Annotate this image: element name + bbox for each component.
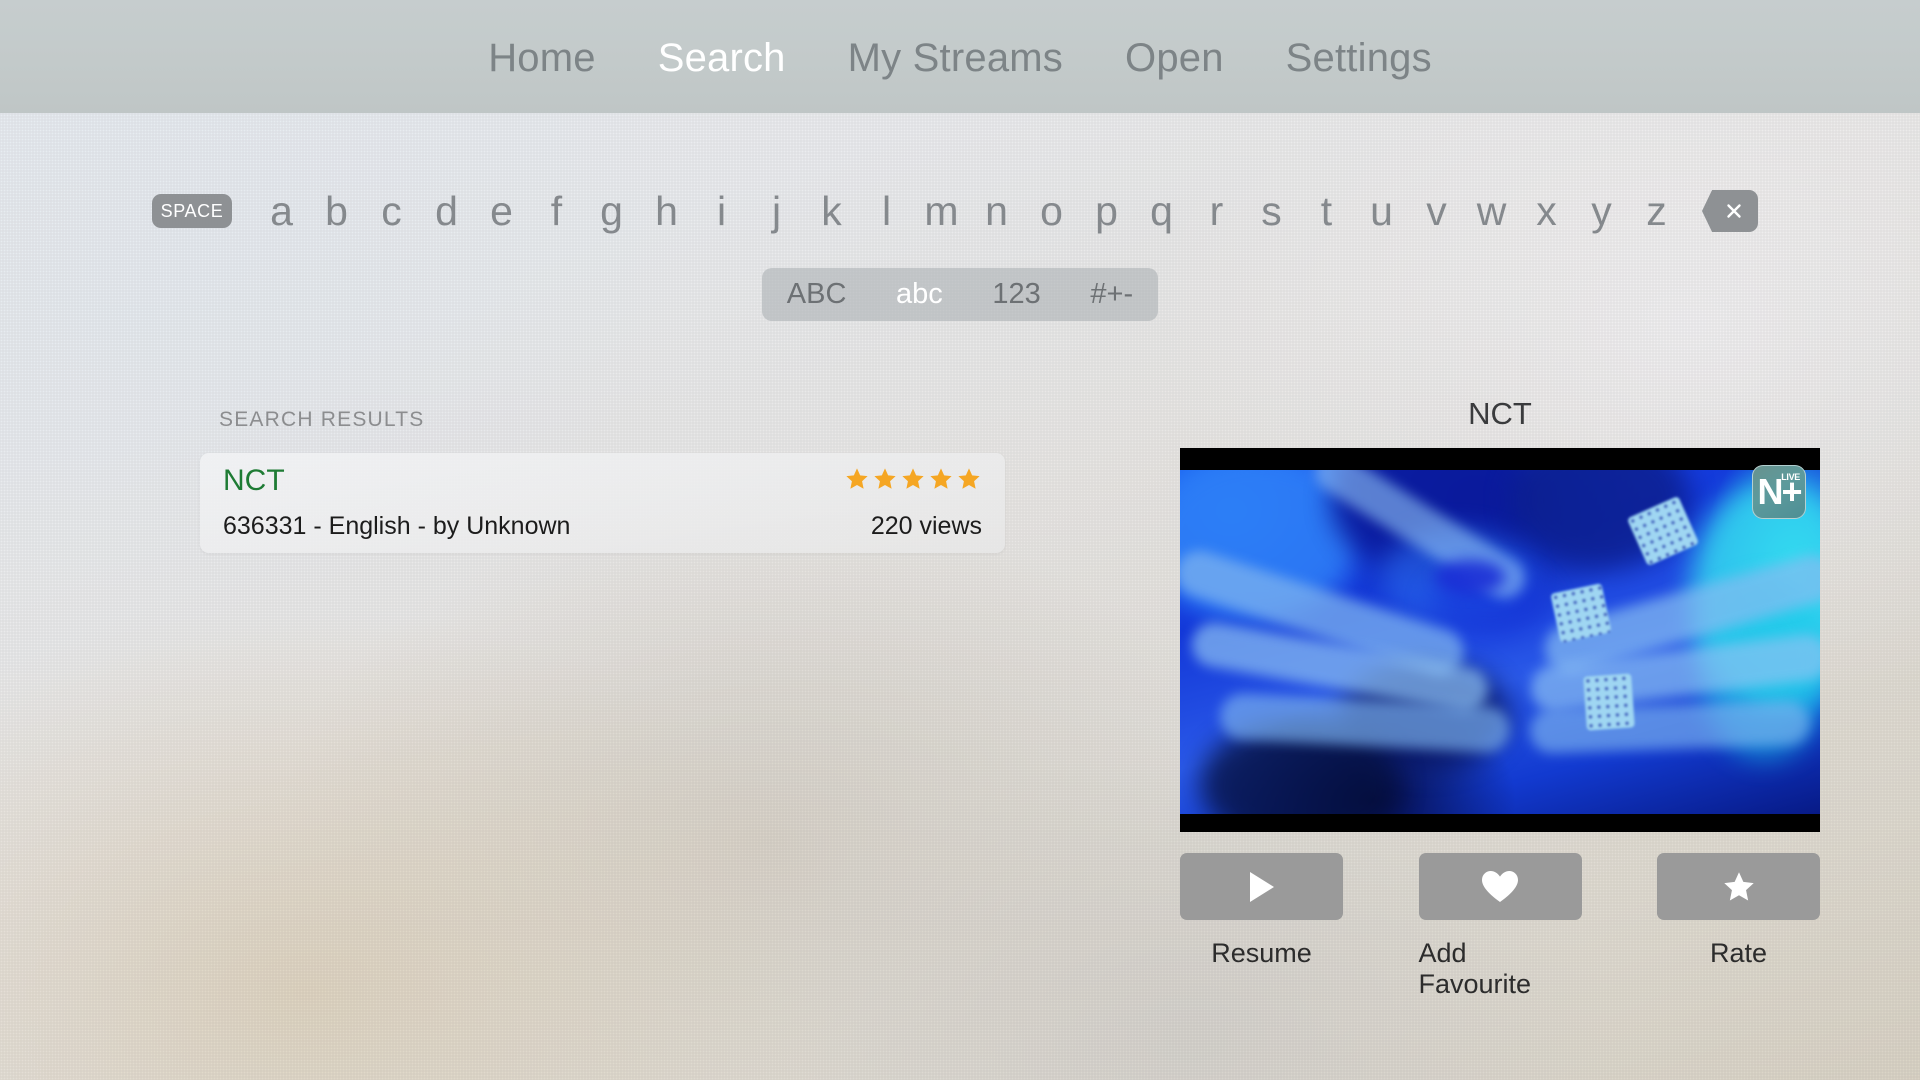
keyboard-key-space-label: SPACE (160, 200, 224, 221)
keyboard-key-v[interactable]: v (1409, 190, 1464, 232)
star-icon (930, 468, 952, 489)
onscreen-keyboard-row: SPACE abcdefghijklmnopqrstuvwxyz (0, 178, 1920, 244)
keyboard-key-r[interactable]: r (1189, 190, 1244, 232)
star-icon (1723, 871, 1754, 900)
keyboard-key-s[interactable]: s (1244, 190, 1299, 232)
keyboard-letters: abcdefghijklmnopqrstuvwxyz (254, 190, 1684, 232)
keyboard-key-f[interactable]: f (529, 190, 584, 232)
keyboard-mode-selector[interactable]: ABC abc 123 #+- (762, 268, 1158, 321)
star-icon (902, 468, 924, 489)
keyboard-key-z[interactable]: z (1629, 190, 1684, 232)
search-result-views: 220 views (870, 511, 982, 540)
keyboard-key-m[interactable]: m (914, 190, 969, 232)
action-rate: Rate (1657, 853, 1820, 1000)
keyboard-mode-numbers[interactable]: 123 (988, 280, 1044, 309)
keyboard-key-g[interactable]: g (584, 190, 639, 232)
keyboard-key-p[interactable]: p (1079, 190, 1134, 232)
keyboard-mode-abc-lower[interactable]: abc (892, 280, 947, 309)
nav-item-search[interactable]: Search (627, 38, 817, 78)
keyboard-key-e[interactable]: e (474, 190, 529, 232)
video-preview[interactable]: N+ LIVE (1180, 448, 1820, 832)
add-favourite-label: Add Favourite (1418, 938, 1532, 999)
keyboard-mode-abc-upper[interactable]: ABC (783, 280, 851, 309)
preview-action-buttons: Resume Add Favourite Rate (1180, 853, 1820, 1000)
keyboard-key-t[interactable]: t (1299, 190, 1354, 232)
nav-item-home[interactable]: Home (457, 38, 627, 78)
search-result-meta: 636331 - English - by Unknown (223, 511, 571, 540)
nplus-live-logo-icon: N+ LIVE (1752, 465, 1806, 519)
search-result-item[interactable]: NCT 636331 - English - by Unknown 220 vi… (200, 453, 1005, 553)
keyboard-key-y[interactable]: y (1574, 190, 1629, 232)
keyboard-key-delete[interactable] (1702, 190, 1758, 232)
play-icon (1249, 871, 1274, 902)
keyboard-mode-symbols[interactable]: #+- (1086, 280, 1137, 309)
close-icon (1727, 204, 1741, 218)
keyboard-key-d[interactable]: d (419, 190, 474, 232)
video-thumbnail-art (1180, 470, 1820, 814)
keyboard-key-c[interactable]: c (364, 190, 419, 232)
resume-button[interactable] (1180, 853, 1343, 920)
heart-icon (1482, 870, 1518, 902)
keyboard-key-h[interactable]: h (639, 190, 694, 232)
preview-title: NCT (1468, 396, 1532, 431)
search-results-heading: SEARCH RESULTS (219, 408, 425, 431)
star-icon (958, 468, 980, 489)
keyboard-key-w[interactable]: w (1464, 190, 1519, 232)
keyboard-key-n[interactable]: n (969, 190, 1024, 232)
search-result-title: NCT (223, 464, 285, 497)
top-navigation-bar: Home Search My Streams Open Settings (0, 0, 1920, 113)
action-resume: Resume (1180, 853, 1343, 1000)
keyboard-key-o[interactable]: o (1024, 190, 1079, 232)
search-result-bottom-row: 636331 - English - by Unknown 220 views (223, 512, 982, 541)
nav-item-open[interactable]: Open (1094, 38, 1255, 78)
action-add-favourite: Add Favourite (1418, 853, 1582, 1000)
keyboard-key-x[interactable]: x (1519, 190, 1574, 232)
keyboard-key-k[interactable]: k (804, 190, 859, 232)
keyboard-key-space[interactable]: SPACE (152, 194, 232, 228)
star-icon (874, 468, 896, 489)
nav-item-my-streams[interactable]: My Streams (817, 38, 1094, 78)
keyboard-key-a[interactable]: a (254, 190, 309, 232)
resume-label: Resume (1211, 938, 1312, 968)
keyboard-key-i[interactable]: i (694, 190, 749, 232)
rate-label: Rate (1709, 938, 1768, 968)
search-result-top-row: NCT (223, 465, 982, 497)
video-letterbox-bottom (1180, 814, 1820, 832)
rating-stars (844, 466, 982, 492)
rate-button[interactable] (1657, 853, 1820, 920)
keyboard-key-l[interactable]: l (859, 190, 914, 232)
keyboard-key-q[interactable]: q (1134, 190, 1189, 232)
keyboard-key-j[interactable]: j (749, 190, 804, 232)
add-favourite-button[interactable] (1418, 853, 1582, 920)
star-icon (846, 468, 868, 489)
keyboard-key-b[interactable]: b (309, 190, 364, 232)
nav-item-settings[interactable]: Settings (1255, 38, 1463, 78)
video-letterbox-top (1180, 448, 1820, 470)
nplus-live-label: LIVE (1781, 472, 1800, 482)
keyboard-key-u[interactable]: u (1354, 190, 1409, 232)
